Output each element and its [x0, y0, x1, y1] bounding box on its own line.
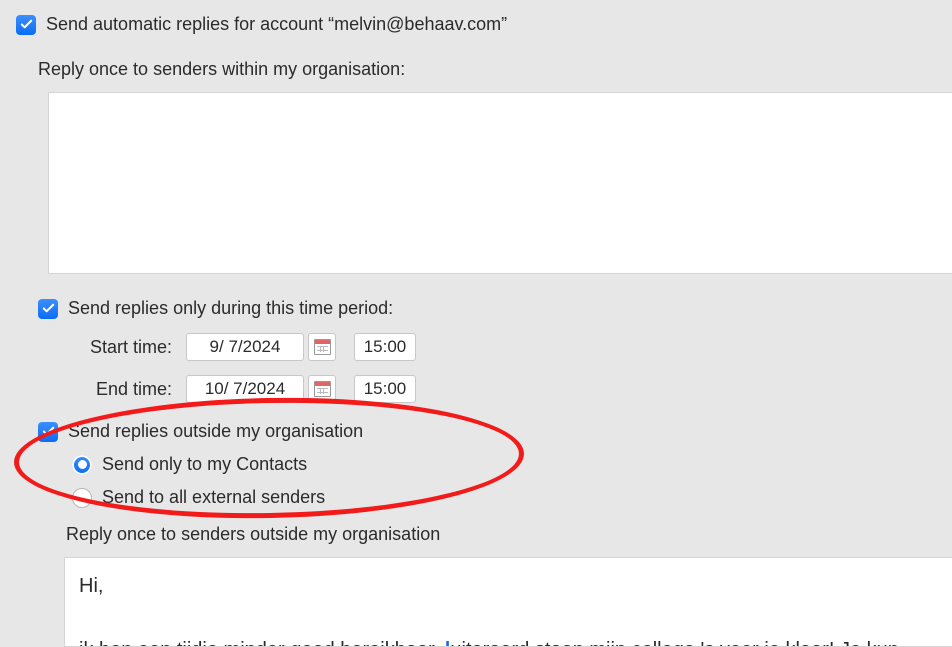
start-date-input[interactable]: 9/ 7/2024: [186, 333, 304, 361]
send-all-label: Send to all external senders: [102, 487, 325, 508]
calendar-icon: [314, 381, 331, 397]
checkmark-icon: [41, 424, 56, 439]
send-contacts-radio[interactable]: [72, 455, 92, 475]
internal-reply-label: Reply once to senders within my organisa…: [38, 59, 936, 80]
external-reply-label: Reply once to senders outside my organis…: [66, 524, 936, 545]
internal-reply-textarea[interactable]: [48, 92, 952, 274]
end-time-label: End time:: [66, 379, 186, 400]
send-contacts-label: Send only to my Contacts: [102, 454, 307, 475]
external-message-line2a: ik ben een tijdje minder goed bereikbaar…: [79, 639, 445, 647]
checkmark-icon: [41, 301, 56, 316]
start-time-label: Start time:: [66, 337, 186, 358]
end-date-input[interactable]: 10/ 7/2024: [186, 375, 304, 403]
start-time-input[interactable]: 15:00: [354, 333, 416, 361]
time-period-label: Send replies only during this time perio…: [68, 298, 393, 319]
external-message-line2b: uiteraard staan mijn collega 's voor je …: [450, 639, 899, 647]
send-automatic-label: Send automatic replies for account “melv…: [46, 14, 507, 35]
calendar-icon: [314, 339, 331, 355]
start-date-picker-button[interactable]: [308, 333, 336, 361]
outside-org-label: Send replies outside my organisation: [68, 421, 363, 442]
time-period-checkbox[interactable]: [38, 299, 58, 319]
checkmark-icon: [19, 17, 34, 32]
send-automatic-checkbox[interactable]: [16, 15, 36, 35]
end-time-input[interactable]: 15:00: [354, 375, 416, 403]
outside-org-checkbox[interactable]: [38, 422, 58, 442]
external-message-line1: Hi,: [79, 575, 103, 597]
end-date-picker-button[interactable]: [308, 375, 336, 403]
send-all-radio[interactable]: [72, 488, 92, 508]
